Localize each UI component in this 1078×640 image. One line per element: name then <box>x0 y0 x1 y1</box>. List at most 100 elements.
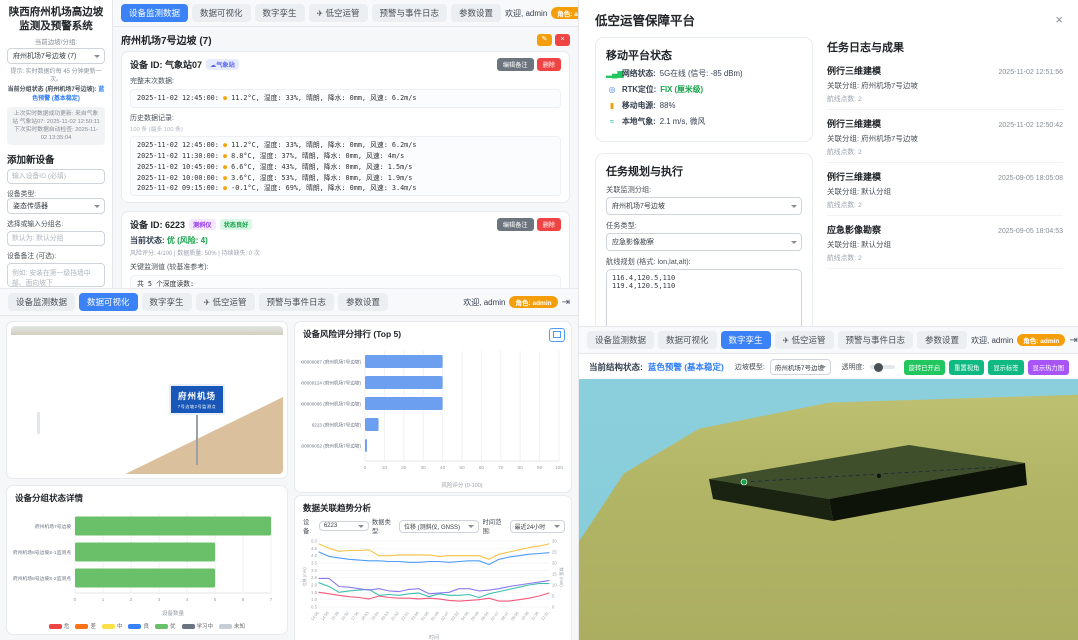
svg-text:设备数量: 设备数量 <box>162 609 185 617</box>
range-filter-select[interactable]: 最近24小时 <box>510 520 565 533</box>
logout-icon[interactable]: ⇥ <box>1069 335 1077 346</box>
tab-monitor[interactable]: 设备监测数据 <box>8 293 75 311</box>
svg-text:0: 0 <box>552 605 555 610</box>
tab-label: 参数设置 <box>346 297 380 307</box>
tab-lowair[interactable]: ✈ 低空运管 <box>309 4 368 22</box>
link-group-select[interactable]: 府州机场7号边坡 <box>606 197 802 215</box>
tab-lowair[interactable]: ✈ 低空运管 <box>775 331 834 349</box>
task-log-item: 例行三维建模2025-11-02 12:50:42关联分组: 府州机场7号边坡航… <box>827 110 1063 163</box>
legend-swatch <box>75 624 88 629</box>
slope-group-select[interactable]: 府州机场7号边坡 (7) <box>7 48 105 64</box>
twin-3d-viewport[interactable] <box>579 379 1078 640</box>
task-time: 2025-09-05 18:05:08 <box>998 175 1063 182</box>
group-chart-legend: 危差中良优学习中未知 <box>13 622 281 630</box>
opacity-slider[interactable] <box>870 365 895 369</box>
svg-text:府州机场8号边坡S-2监测点: 府州机场8号边坡S-2监测点 <box>13 575 71 582</box>
tab-label: 数据可视化 <box>200 8 243 18</box>
svg-text:50: 50 <box>459 465 465 471</box>
status-row-label: 本地气象: <box>622 116 656 127</box>
task-type-select[interactable]: 应急影像勘察 <box>606 233 802 251</box>
tab-viz[interactable]: 数据可视化 <box>658 331 717 349</box>
key-values-label: 关键监测值 (较基准参考): <box>130 262 561 272</box>
export-chart-button[interactable] <box>549 328 565 342</box>
svg-text:15:38: 15:38 <box>330 610 341 622</box>
svg-text:10: 10 <box>552 583 557 588</box>
本地气象-icon: ≈ <box>606 117 618 126</box>
rename-group-button[interactable]: ✎ <box>537 34 552 46</box>
welcome-text: 欢迎, admin <box>463 297 505 308</box>
svg-text:30: 30 <box>421 465 427 471</box>
tab-twin[interactable]: 数字孪生 <box>255 4 305 22</box>
tab-viz[interactable]: 数据可视化 <box>192 4 251 22</box>
group-status-prefix: 当前分组状态 (府州机场7号边坡): <box>8 87 97 93</box>
svg-text:06:54: 06:54 <box>480 610 491 622</box>
twin-control-button-1[interactable]: 重置视角 <box>949 360 984 375</box>
device-note-input[interactable] <box>7 263 105 287</box>
tabstrip-user-area: 欢迎, admin角色: admin⇥ <box>971 334 1078 346</box>
task-group: 关联分组: 默认分组 <box>827 186 1063 197</box>
trend-controls: 设备: 6223 数据类型: 位移 (测斜仪, GNSS) 时间范围: 最近24… <box>303 517 565 535</box>
datatype-filter-label: 数据类型: <box>372 517 396 535</box>
monitor-header-row: 府州机场7号边坡 (7) ✎ × <box>121 32 570 47</box>
delete-device-button[interactable]: 删除 <box>537 58 561 71</box>
twin-control-button-3[interactable]: 显示热力图 <box>1028 360 1069 375</box>
status-row-label: 网络状态: <box>622 68 656 79</box>
legend-swatch <box>128 624 141 629</box>
tab-twin[interactable]: 数字孪生 <box>142 293 192 311</box>
log-line: 2025-11-02 12:45:00: ● 11.2°C, 湿度: 33%, … <box>137 93 554 104</box>
edit-note-button[interactable]: 编辑备注 <box>497 58 534 71</box>
device-type-select[interactable]: 姿态传感器 <box>7 198 105 214</box>
svg-text:数值 (mm): 数值 (mm) <box>558 567 565 587</box>
slope-model-select[interactable]: 府州机场7号边坡 <box>770 359 831 375</box>
key-values-box[interactable]: 共 5 个深度读数: - 2M: X位移 -0.838 mm, Y位移 -1.0… <box>130 275 561 288</box>
timestamp: 2025-11-02 11:30:00: <box>137 152 223 160</box>
risk-chart-title: 设备风险评分排行 (Top 5) <box>303 328 565 340</box>
history-box[interactable]: 2025-11-02 12:45:00: ● 11.2°C, 湿度: 33%, … <box>130 136 561 196</box>
tabstrip-monitor: 设备监测数据数据可视化数字孪生✈ 低空运管预警与事件日志参数设置欢迎, admi… <box>113 0 578 27</box>
twin-control-button-2[interactable]: 显示标签 <box>988 360 1023 375</box>
tabstrip-twin: 设备监测数据数据可视化数字孪生✈ 低空运管预警与事件日志参数设置欢迎, admi… <box>579 327 1078 354</box>
monitor-quadrant: 陕西府州机场高边坡监测及预警系统 当前边坡/分组: 府州机场7号边坡 (7) 提… <box>0 0 578 288</box>
tab-params[interactable]: 参数设置 <box>338 293 388 311</box>
edit-note-button[interactable]: 编辑备注 <box>497 218 534 231</box>
tab-alerts[interactable]: 预警与事件日志 <box>372 4 448 22</box>
platform-status-row: ▮移动电源:88% <box>606 100 802 111</box>
svg-text:2.0: 2.0 <box>311 583 317 588</box>
close-icon[interactable]: × <box>1055 12 1063 27</box>
tab-twin[interactable]: 数字孪生 <box>721 331 771 349</box>
logout-icon[interactable]: ⇥ <box>562 297 570 308</box>
legend-item: 未知 <box>219 622 245 630</box>
slope-model-mesh <box>579 379 1078 640</box>
group-status-card: 设备分组状态详情 01234567府州机场7号边坡府州机场8号边坡S-1监测点府… <box>6 485 288 635</box>
photo-blue-pipe <box>13 352 28 470</box>
group-name-input[interactable] <box>7 231 105 246</box>
legend-swatch <box>102 624 115 629</box>
monitor-panel: 设备监测数据数据可视化数字孪生✈ 低空运管预警与事件日志参数设置欢迎, admi… <box>113 0 578 288</box>
tab-params[interactable]: 参数设置 <box>917 331 967 349</box>
tab-monitor[interactable]: 设备监测数据 <box>587 331 654 349</box>
route-plan-textarea[interactable]: 116.4,120.5,110 119.4,120.5,110 <box>606 269 802 326</box>
svg-text:风险评分 (0-100): 风险评分 (0-100) <box>441 481 482 489</box>
svg-text:90: 90 <box>537 465 543 471</box>
tab-alerts[interactable]: 预警与事件日志 <box>259 293 335 311</box>
delete-group-button[interactable]: × <box>555 34 570 46</box>
twin-control-button-0[interactable]: 旋转已开启 <box>904 360 945 375</box>
legend-swatch <box>155 624 168 629</box>
log-line: 2025-11-02 10:00:00: ● 3.6°C, 湿度: 53%, 晴… <box>137 173 554 184</box>
tab-viz[interactable]: 数据可视化 <box>79 293 138 311</box>
device-id-input[interactable] <box>7 169 105 184</box>
slider-knob[interactable] <box>874 363 883 372</box>
svg-text:05:48: 05:48 <box>470 610 481 622</box>
device-filter-value: 6223 <box>324 523 337 529</box>
task-points: 航线点数: 2 <box>827 93 1063 103</box>
legend-swatch <box>49 624 62 629</box>
delete-device-button[interactable]: 删除 <box>537 218 561 231</box>
datatype-filter-select[interactable]: 位移 (测斜仪, GNSS) <box>399 520 479 533</box>
device-filter-select[interactable]: 6223 <box>319 521 369 531</box>
tab-params[interactable]: 参数设置 <box>451 4 501 22</box>
tab-lowair[interactable]: ✈ 低空运管 <box>196 293 255 311</box>
legend-item: 优 <box>155 622 176 630</box>
svg-text:5.0: 5.0 <box>311 539 317 544</box>
tab-monitor[interactable]: 设备监测数据 <box>121 4 188 22</box>
tab-alerts[interactable]: 预警与事件日志 <box>838 331 914 349</box>
